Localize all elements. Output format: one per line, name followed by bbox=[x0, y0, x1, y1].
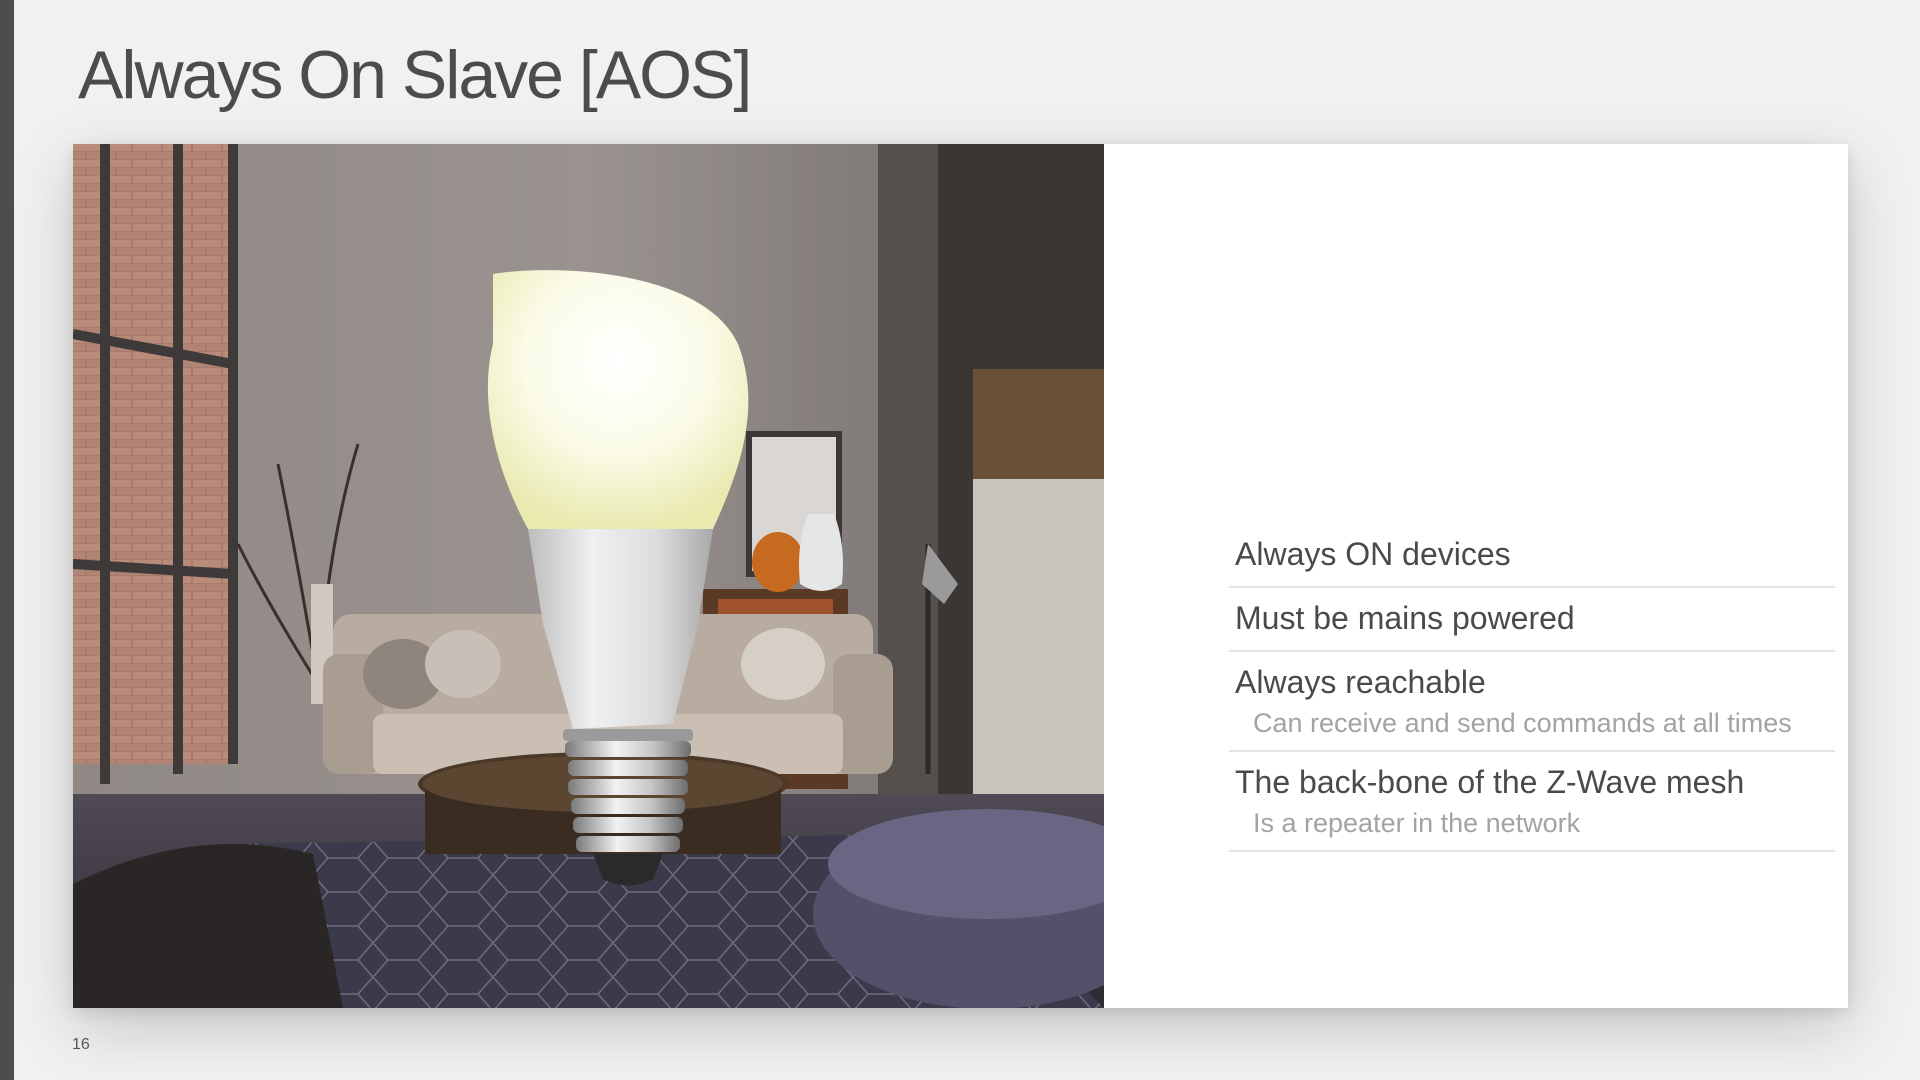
bullet-item: Always ON devices bbox=[1229, 524, 1835, 588]
content-card: Always ON devices Must be mains powered … bbox=[73, 144, 1848, 1008]
bullet-item: Always reachable Can receive and send co… bbox=[1229, 652, 1835, 752]
bullet-item: The back-bone of the Z-Wave mesh Is a re… bbox=[1229, 752, 1835, 852]
page-number: 16 bbox=[72, 1036, 90, 1053]
left-edge-bar bbox=[0, 0, 14, 1080]
bullet-main-text: Always ON devices bbox=[1235, 536, 1511, 572]
bullet-main-text: Always reachable bbox=[1235, 664, 1486, 700]
living-room-bulb-image bbox=[73, 144, 1104, 1008]
slide-title: Always On Slave [AOS] bbox=[78, 37, 752, 113]
bullet-main-text: Must be mains powered bbox=[1235, 600, 1575, 636]
bullet-sub-text: Can receive and send commands at all tim… bbox=[1253, 708, 1792, 738]
bullet-item: Must be mains powered bbox=[1229, 588, 1835, 652]
bullet-sub-text: Is a repeater in the network bbox=[1253, 808, 1581, 838]
bullet-main-text: The back-bone of the Z-Wave mesh bbox=[1235, 764, 1745, 800]
bullet-list: Always ON devices Must be mains powered … bbox=[1229, 524, 1835, 852]
